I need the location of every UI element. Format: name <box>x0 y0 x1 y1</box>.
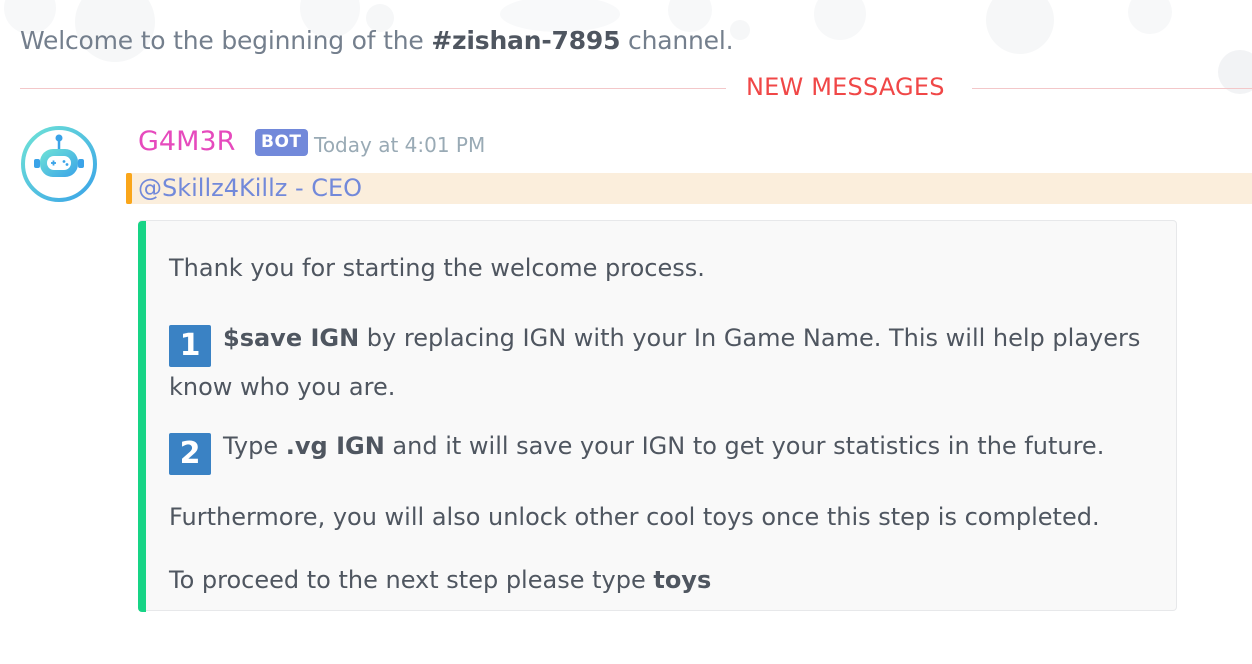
welcome-prefix: Welcome to the beginning of the <box>20 26 432 55</box>
new-messages-divider-right <box>972 88 1252 89</box>
new-messages-label: NEW MESSAGES <box>746 73 945 101</box>
embed-intro: Thank you for starting the welcome proce… <box>169 254 705 282</box>
step-1: 1 $save IGN by replacing IGN with your In… <box>169 318 1159 407</box>
chat-canvas: Welcome to the beginning of the #zishan-… <box>0 0 1252 664</box>
step-2: 2 Type .vg IGN and it will save your IGN … <box>169 426 1159 475</box>
robot-gamepad-icon[interactable] <box>20 125 98 203</box>
mention-highlight-row: @Skillz4Killz - CEO <box>126 173 1252 204</box>
mention-highlight-bar <box>126 173 132 204</box>
message-timestamp[interactable]: Today at 4:01 PM <box>314 133 485 157</box>
embed-proceed: To proceed to the next step please type … <box>169 560 711 600</box>
step-2-text: and it will save your IGN to get your st… <box>384 432 1105 460</box>
new-messages-divider-left <box>20 88 726 89</box>
user-mention[interactable]: @Skillz4Killz - CEO <box>138 173 362 204</box>
step-2-command: .vg IGN <box>285 432 385 460</box>
proceed-command: toys <box>653 566 712 594</box>
step-1-command: $save IGN <box>223 324 360 352</box>
welcome-suffix: channel. <box>620 26 734 55</box>
background-art <box>4 0 1252 94</box>
channel-welcome-text: Welcome to the beginning of the #zishan-… <box>20 26 734 55</box>
author-name[interactable]: G4M3R <box>138 126 235 157</box>
embed-furthermore: Furthermore, you will also unlock other … <box>169 503 1100 531</box>
step-1-text-continued: know who you are. <box>169 373 396 401</box>
step-1-text: by replacing IGN with your In Game Name.… <box>359 324 1141 352</box>
channel-name: #zishan-7895 <box>431 26 621 55</box>
embed-accent-bar <box>138 221 146 612</box>
proceed-prefix: To proceed to the next step please type <box>169 566 654 594</box>
message-embed: Thank you for starting the welcome proce… <box>138 220 1177 612</box>
step-2-number-badge: 2 <box>169 433 211 475</box>
bot-tag: BOT <box>255 129 308 156</box>
step-1-number-badge: 1 <box>169 325 211 367</box>
step-2-prefix: Type <box>223 432 286 460</box>
